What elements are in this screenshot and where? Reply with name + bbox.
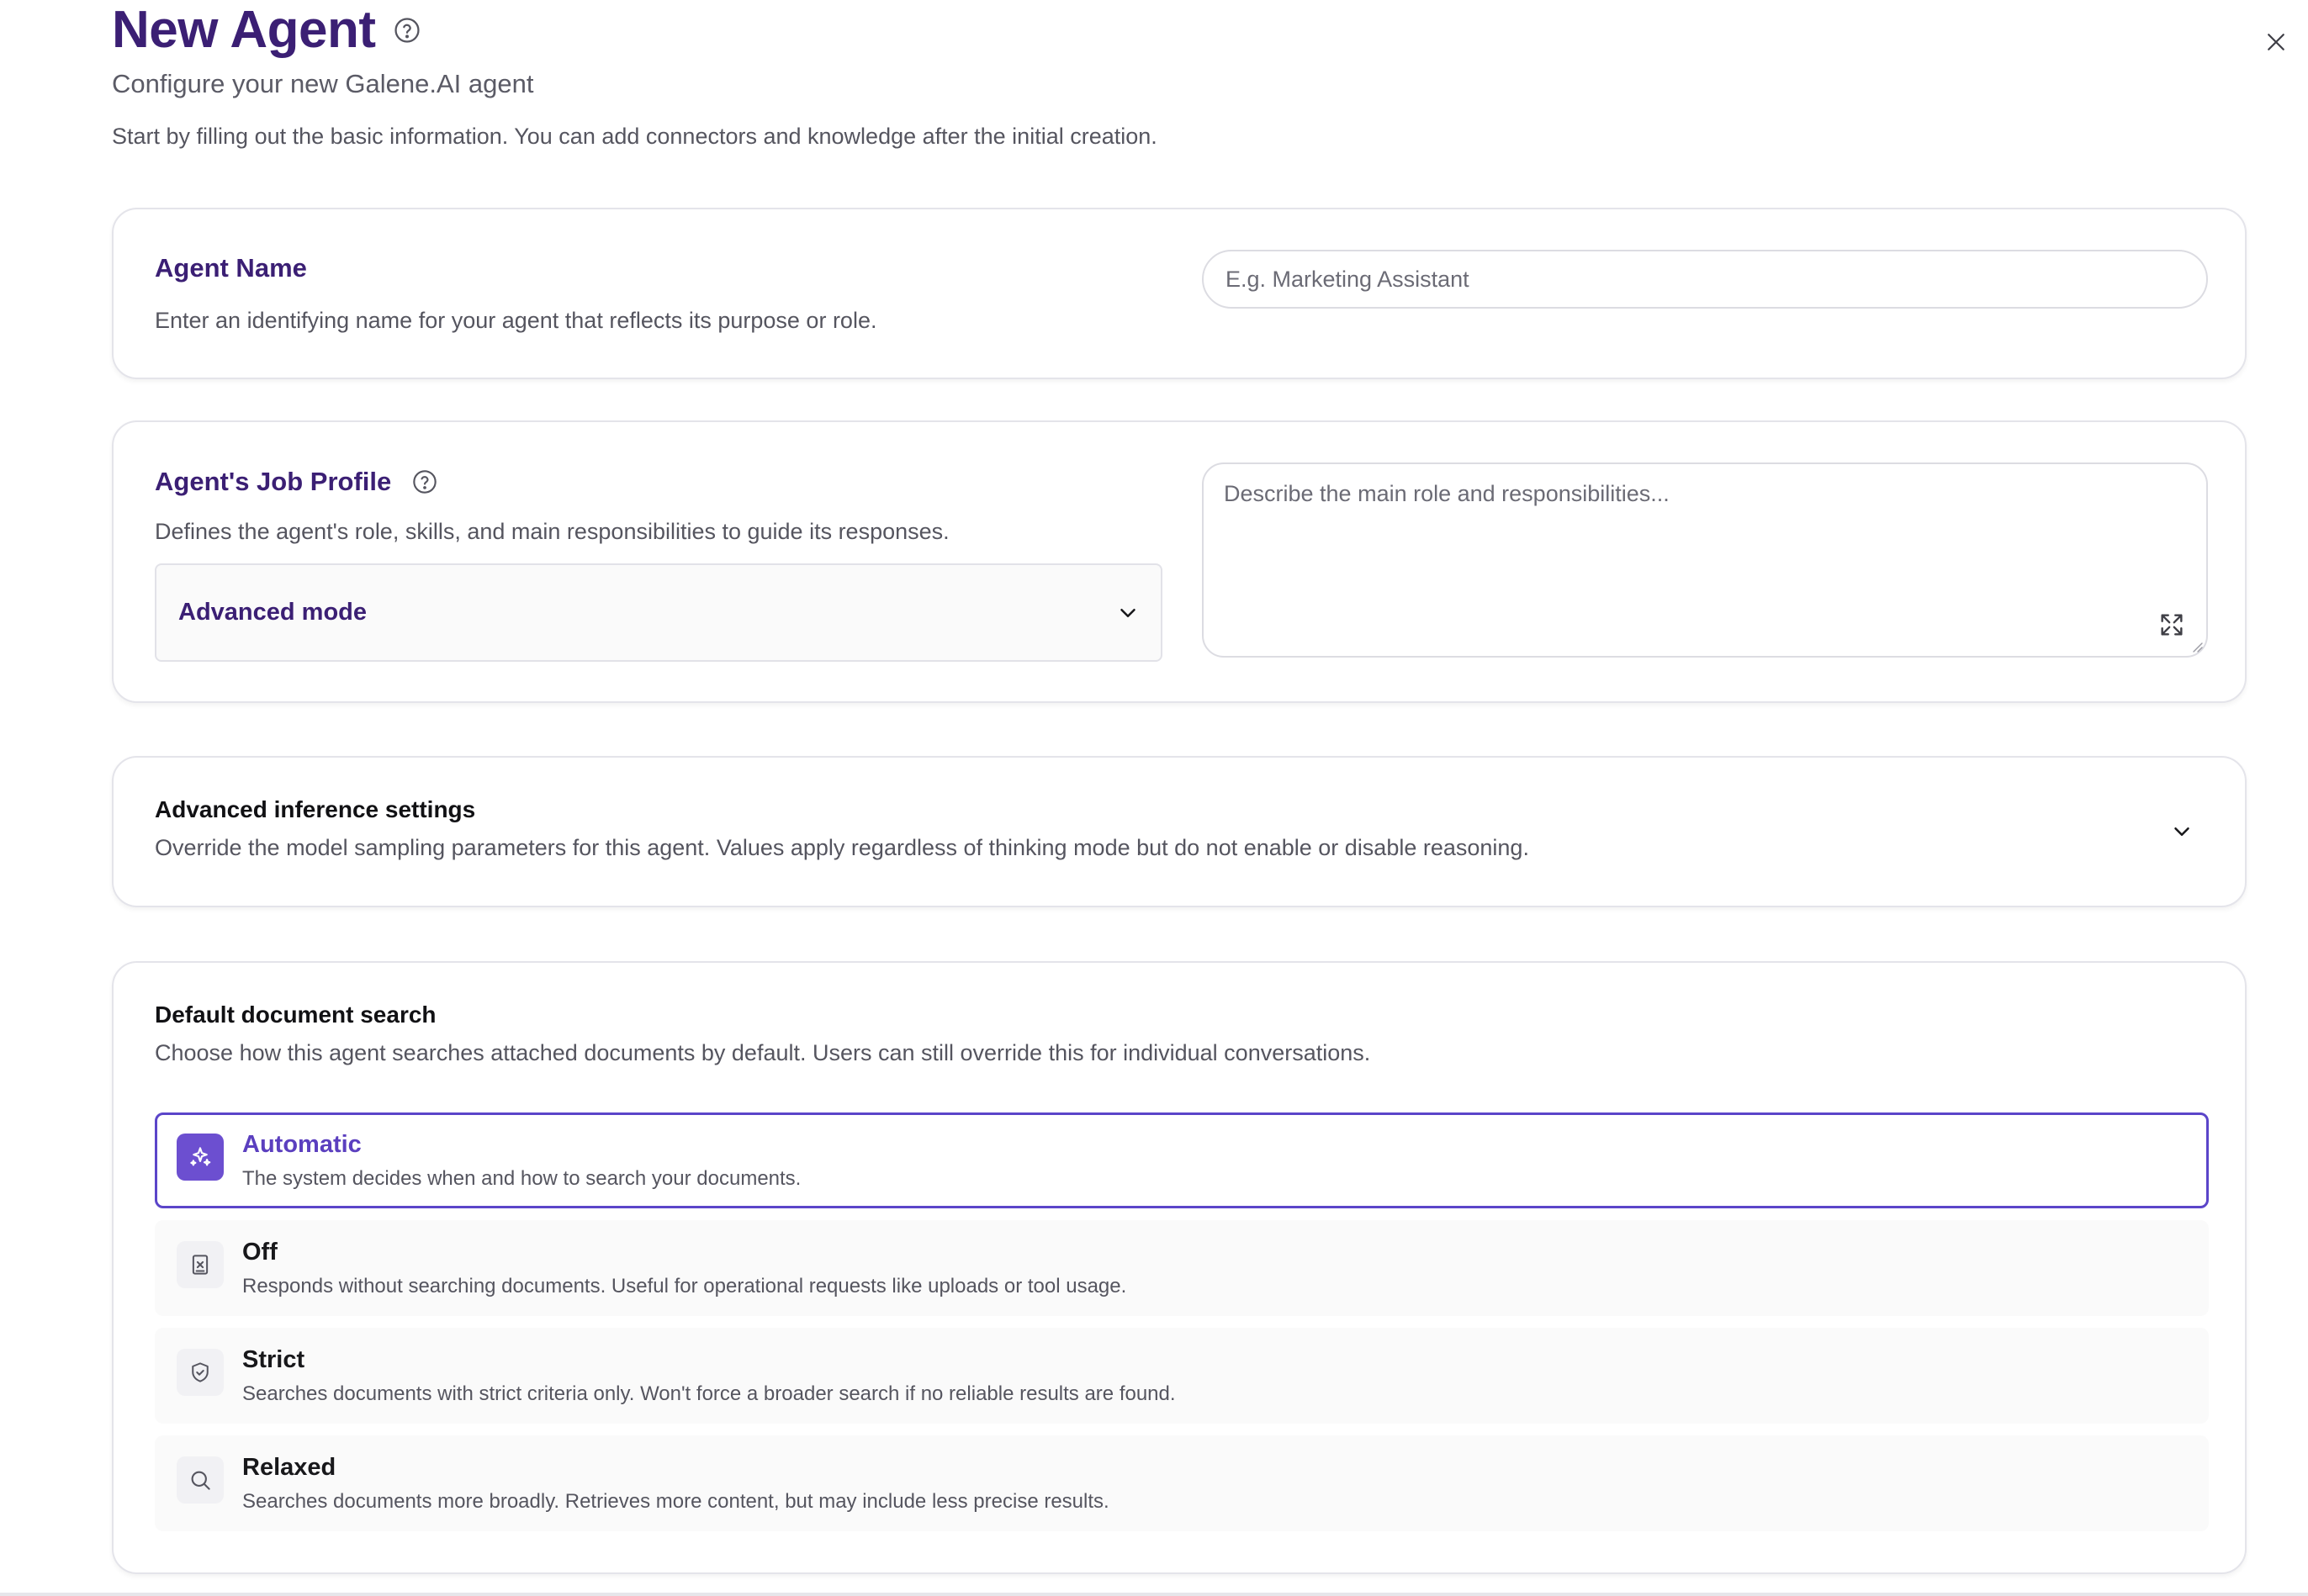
page-intro: Start by filling out the basic informati… bbox=[112, 124, 1157, 149]
expand-icon[interactable] bbox=[2157, 610, 2186, 639]
job-profile-textarea-wrap bbox=[1202, 462, 2208, 658]
page-header: New Agent bbox=[112, 0, 421, 61]
shield-check-icon bbox=[177, 1349, 224, 1396]
agent-name-input[interactable] bbox=[1202, 250, 2208, 309]
search-option-off[interactable]: Off Responds without searching documents… bbox=[155, 1220, 2209, 1316]
search-option-strict[interactable]: Strict Searches documents with strict cr… bbox=[155, 1328, 2209, 1424]
inference-settings-title: Advanced inference settings bbox=[155, 796, 476, 822]
inference-settings-description: Override the model sampling parameters f… bbox=[155, 835, 1529, 860]
option-title: Off bbox=[242, 1239, 278, 1266]
option-title: Automatic bbox=[242, 1131, 362, 1158]
page-title: New Agent bbox=[112, 1, 376, 59]
option-description: Searches documents more broadly. Retriev… bbox=[242, 1490, 1109, 1513]
mode-select-value: Advanced mode bbox=[178, 599, 367, 626]
option-description: The system decides when and how to searc… bbox=[242, 1167, 802, 1190]
chevron-down-icon[interactable] bbox=[2169, 819, 2194, 844]
search-option-automatic[interactable]: Automatic The system decides when and ho… bbox=[155, 1112, 2209, 1208]
inference-settings-card[interactable]: Advanced inference settings Override the… bbox=[112, 756, 2247, 907]
option-title: Relaxed bbox=[242, 1454, 336, 1481]
sparkles-icon bbox=[177, 1134, 224, 1181]
job-profile-description: Defines the agent's role, skills, and ma… bbox=[155, 519, 950, 544]
document-search-title: Default document search bbox=[155, 1001, 437, 1028]
search-option-relaxed[interactable]: Relaxed Searches documents more broadly.… bbox=[155, 1435, 2209, 1531]
option-title: Strict bbox=[242, 1346, 305, 1373]
option-description: Responds without searching documents. Us… bbox=[242, 1275, 1127, 1297]
job-profile-header: Agent's Job Profile bbox=[155, 467, 438, 497]
job-profile-title: Agent's Job Profile bbox=[155, 467, 392, 496]
job-profile-textarea[interactable] bbox=[1204, 464, 2206, 656]
document-search-card: Default document search Choose how this … bbox=[112, 961, 2247, 1574]
new-agent-dialog: New Agent Configure your new Galene.AI a… bbox=[0, 0, 2308, 1596]
chevron-down-icon bbox=[1115, 600, 1141, 626]
page-subtitle: Configure your new Galene.AI agent bbox=[112, 69, 534, 98]
mode-select[interactable]: Advanced mode bbox=[155, 563, 1162, 662]
close-button[interactable] bbox=[2259, 25, 2293, 59]
resize-handle-icon[interactable] bbox=[2191, 641, 2203, 653]
document-search-description: Choose how this agent searches attached … bbox=[155, 1040, 1371, 1065]
document-x-icon bbox=[177, 1241, 224, 1288]
job-profile-card: Agent's Job Profile Defines the agent's … bbox=[112, 420, 2247, 703]
footer-divider bbox=[0, 1593, 2308, 1596]
option-description: Searches documents with strict criteria … bbox=[242, 1382, 1176, 1405]
agent-name-title: Agent Name bbox=[155, 253, 307, 283]
close-icon bbox=[2268, 34, 2284, 50]
search-icon bbox=[177, 1456, 224, 1504]
help-icon[interactable] bbox=[393, 16, 421, 45]
job-profile-help-icon[interactable] bbox=[411, 468, 438, 495]
agent-name-description: Enter an identifying name for your agent… bbox=[155, 308, 877, 333]
agent-name-card: Agent Name Enter an identifying name for… bbox=[112, 208, 2247, 379]
